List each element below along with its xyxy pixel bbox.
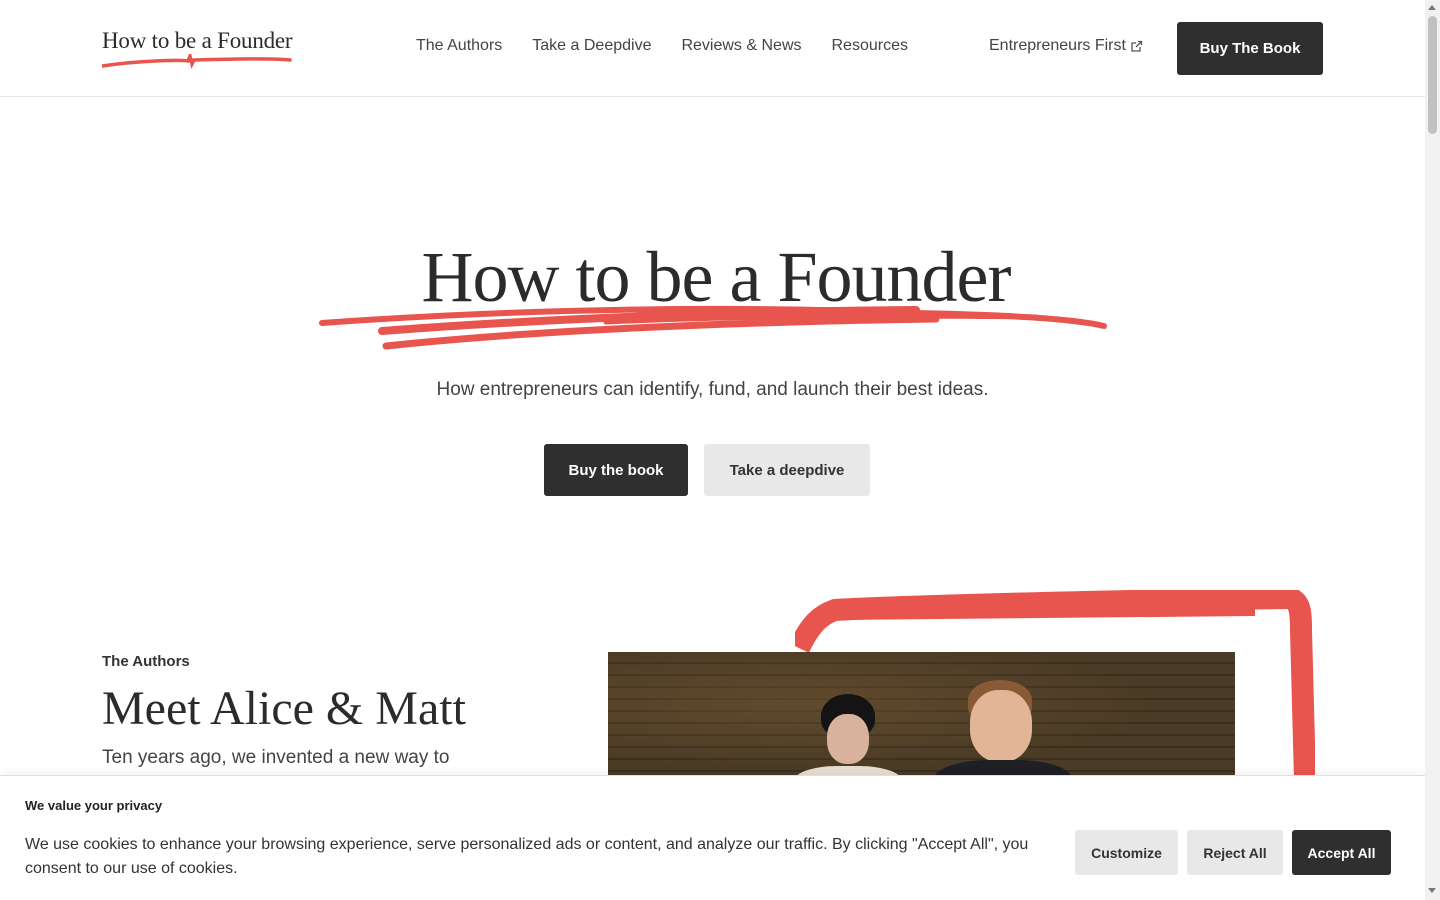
entrepreneurs-first-link[interactable]: Entrepreneurs First [989, 37, 1143, 55]
reject-all-button[interactable]: Reject All [1187, 830, 1283, 875]
authors-body: Ten years ago, we invented a new way to [102, 747, 450, 768]
scrollbar-thumb[interactable] [1428, 16, 1437, 134]
cookie-actions: Customize Reject All Accept All [1075, 830, 1391, 875]
take-a-deepdive-button[interactable]: Take a deepdive [704, 444, 870, 496]
nav-item-the-authors[interactable]: The Authors [416, 37, 502, 55]
author-alice-figure [793, 694, 903, 782]
nav-item-take-a-deepdive[interactable]: Take a Deepdive [532, 37, 651, 55]
cookie-banner-title: We value your privacy [25, 798, 163, 813]
external-link-label: Entrepreneurs First [989, 37, 1126, 54]
hero-actions: Buy the book Take a deepdive [544, 444, 870, 496]
accept-all-button[interactable]: Accept All [1292, 830, 1391, 875]
hero-title: How to be a Founder [421, 237, 1012, 317]
site-logo[interactable]: How to be a Founder [102, 28, 307, 74]
page-scrollbar[interactable] [1425, 0, 1440, 900]
hero-heading: How to be a Founder [316, 236, 1116, 356]
author-matt-figure [933, 680, 1073, 782]
external-link-icon [1131, 40, 1143, 52]
buy-the-book-button[interactable]: Buy The Book [1177, 22, 1323, 75]
site-header: How to be a Founder The Authors Take a D… [0, 0, 1425, 97]
cookie-banner: We value your privacy We use cookies to … [0, 775, 1425, 900]
buy-the-book-hero-button[interactable]: Buy the book [544, 444, 688, 496]
scroll-up-arrow-icon[interactable] [1428, 5, 1436, 10]
authors-eyebrow: The Authors [102, 653, 190, 670]
logo-underline-icon [102, 54, 292, 70]
nav-item-reviews-news[interactable]: Reviews & News [681, 37, 801, 55]
hero-subtitle: How entrepreneurs can identify, fund, an… [436, 379, 989, 400]
scroll-down-arrow-icon[interactable] [1428, 888, 1436, 893]
authors-photo [608, 652, 1235, 782]
customize-button[interactable]: Customize [1075, 830, 1178, 875]
cookie-banner-text: We use cookies to enhance your browsing … [25, 836, 1029, 877]
main-nav: The Authors Take a Deepdive Reviews & Ne… [416, 37, 908, 55]
nav-item-resources[interactable]: Resources [832, 37, 908, 55]
authors-title: Meet Alice & Matt [102, 682, 466, 735]
logo-text: How to be a Founder [102, 28, 293, 53]
